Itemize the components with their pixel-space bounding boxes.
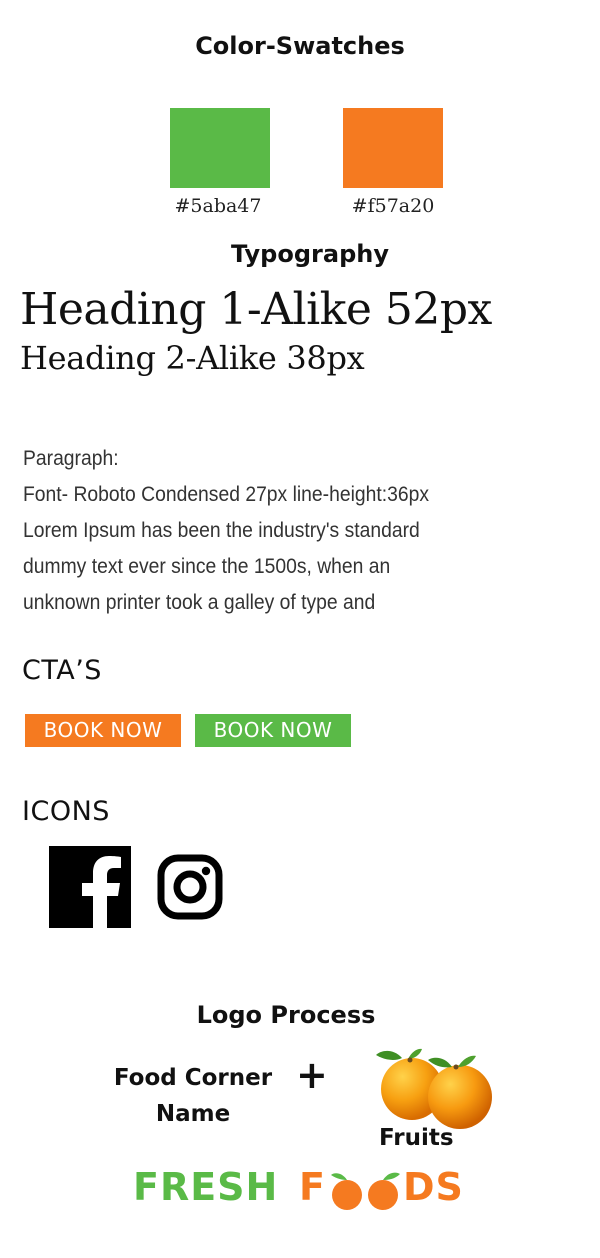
ctas-title: CTA’S	[22, 655, 102, 686]
typography-title: Typography	[231, 240, 389, 268]
fruits-label: Fruits	[379, 1125, 454, 1151]
oranges-icon	[372, 1045, 502, 1130]
paragraph-line: Paragraph:	[23, 447, 119, 470]
heading1-sample: Heading 1-Alike 52px	[20, 284, 492, 335]
green-swatch	[170, 108, 270, 188]
brand-foods-ds: DS	[403, 1165, 464, 1209]
paragraph-line: dummy text ever since the 1500s, when an	[23, 555, 391, 578]
icons-title: ICONS	[22, 796, 110, 827]
food-corner-name: Food Corner Name	[100, 1060, 286, 1132]
plus-sign: +	[296, 1053, 328, 1097]
paragraph-line: Font- Roboto Condensed 27px line-height:…	[23, 483, 430, 506]
facebook-icon[interactable]	[49, 846, 131, 928]
book-now-green-button[interactable]: BOOK NOW	[195, 714, 351, 747]
paragraph-sample: Paragraph: Font- Roboto Condensed 27px l…	[23, 441, 543, 621]
fresh-foods-logo: FRESH F DS	[133, 1165, 478, 1215]
logo-process-title: Logo Process	[196, 1001, 376, 1029]
orange-hex-label: #f57a20	[351, 195, 435, 217]
food-corner-line2: Name	[155, 1101, 231, 1127]
color-swatches-title: Color-Swatches	[195, 32, 405, 60]
brand-foods-f: F	[299, 1165, 326, 1209]
green-hex-label: #5aba47	[174, 195, 262, 217]
brand-oranges-icon	[327, 1169, 405, 1213]
heading2-sample: Heading 2-Alike 38px	[20, 339, 365, 377]
food-corner-line1: Food Corner	[113, 1065, 273, 1091]
orange-swatch	[343, 108, 443, 188]
instagram-icon[interactable]	[157, 854, 223, 920]
paragraph-line: unknown printer took a galley of type an…	[23, 591, 376, 614]
brand-fresh: FRESH	[133, 1165, 279, 1209]
book-now-orange-button[interactable]: BOOK NOW	[25, 714, 181, 747]
paragraph-line: Lorem Ipsum has been the industry's stan…	[23, 519, 420, 542]
